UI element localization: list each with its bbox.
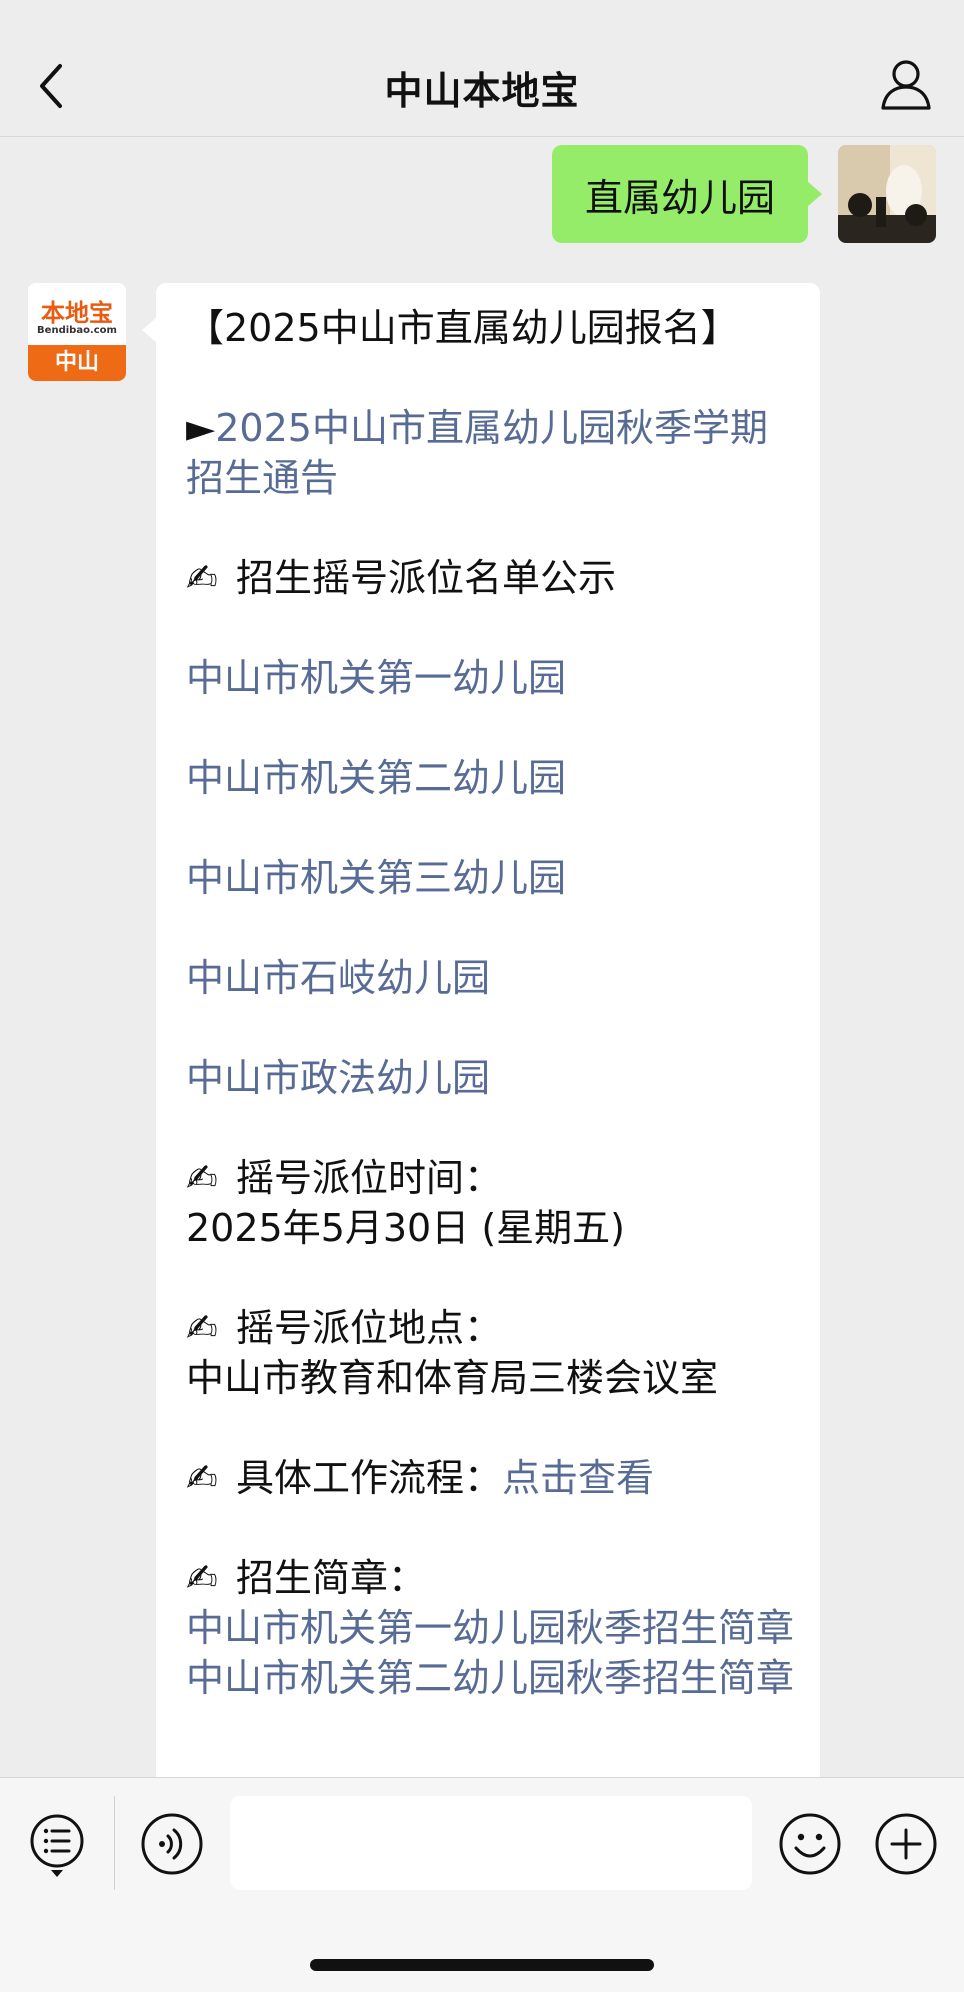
voice-button[interactable] [140, 1812, 204, 1876]
toolbar-divider [114, 1796, 115, 1890]
process-label: 具体工作流程： [236, 1456, 503, 1500]
time-label: 摇号派位时间： [236, 1156, 503, 1200]
my-message-bubble[interactable]: 直属幼儿园 [551, 145, 808, 243]
bot-avatar-domain: Bendibao.com [37, 325, 117, 336]
my-bubble-tail [807, 181, 822, 207]
menu-button[interactable] [28, 1812, 86, 1878]
writing-hand-icon: ✍ [186, 1306, 218, 1350]
smiley-icon [779, 1813, 841, 1875]
writing-hand-icon: ✍ [186, 1156, 218, 1200]
school-link-3[interactable]: 中山市机关第三幼儿园 [186, 853, 800, 903]
chat-area[interactable]: 直属幼儿园 本地宝 Bendibao.com 中山 【2025中山市直属幼儿园报… [0, 137, 964, 1777]
page-title: 中山本地宝 [384, 69, 580, 113]
bot-avatar-city: 中山 [28, 345, 126, 381]
message-input[interactable] [230, 1796, 752, 1890]
bot-avatar-logo: 本地宝 Bendibao.com [28, 283, 126, 345]
plus-icon [875, 1813, 937, 1875]
notice-row: ►2025中山市直属幼儿园秋季学期招生通告 [186, 403, 800, 503]
bot-avatar[interactable]: 本地宝 Bendibao.com 中山 [28, 283, 126, 381]
school-link-1[interactable]: 中山市机关第一幼儿园 [186, 653, 800, 703]
writing-hand-icon: ✍ [186, 1456, 218, 1500]
profile-button[interactable] [878, 56, 934, 112]
triangle-marker-icon: ► [186, 406, 216, 450]
writing-hand-icon: ✍ [186, 556, 218, 600]
process-row: ✍ 具体工作流程：点击查看 [186, 1453, 800, 1503]
school-link-5[interactable]: 中山市政法幼儿园 [186, 1053, 800, 1103]
message-headline: 【2025中山市直属幼儿园报名】 [186, 306, 739, 350]
process-link[interactable]: 点击查看 [502, 1456, 654, 1500]
brochure-row: ✍ 招生简章： [186, 1553, 800, 1603]
brochure-link-1[interactable]: 中山市机关第一幼儿园秋季招生简章 [186, 1603, 800, 1653]
time-value: 2025年5月30日 (星期五) [186, 1206, 625, 1250]
input-toolbar [0, 1777, 964, 1992]
list-title: 招生摇号派位名单公示 [236, 556, 617, 600]
writing-hand-icon: ✍ [186, 1556, 218, 1600]
home-indicator [310, 1959, 654, 1971]
photo-avatar-icon [838, 145, 936, 243]
brochure-label: 招生简章： [236, 1556, 427, 1600]
more-button[interactable] [874, 1812, 938, 1876]
emoji-button[interactable] [778, 1812, 842, 1876]
my-avatar[interactable] [838, 145, 936, 243]
list-menu-icon [30, 1814, 84, 1877]
bot-avatar-brand: 本地宝 [41, 299, 113, 327]
person-icon [881, 60, 931, 110]
brochure-link-2[interactable]: 中山市机关第二幼儿园秋季招生简章 [186, 1653, 800, 1703]
school-link-4[interactable]: 中山市石岐幼儿园 [186, 953, 800, 1003]
list-title-row: ✍ 招生摇号派位名单公示 [186, 553, 800, 603]
time-row: ✍ 摇号派位时间： 2025年5月30日 (星期五) [186, 1153, 800, 1253]
notice-link[interactable]: 2025中山市直属幼儿园秋季学期招生通告 [186, 406, 768, 500]
place-label: 摇号派位地点： [236, 1306, 503, 1350]
bot-message-bubble: 【2025中山市直属幼儿园报名】 ►2025中山市直属幼儿园秋季学期招生通告 ✍… [156, 283, 820, 1777]
bot-bubble-tail [142, 317, 157, 343]
place-value: 中山市教育和体育局三楼会议室 [186, 1356, 719, 1400]
school-link-2[interactable]: 中山市机关第二幼儿园 [186, 753, 800, 803]
place-row: ✍ 摇号派位地点： 中山市教育和体育局三楼会议室 [186, 1303, 800, 1403]
top-bar: 中山本地宝 [0, 0, 964, 137]
voice-icon [141, 1813, 203, 1875]
